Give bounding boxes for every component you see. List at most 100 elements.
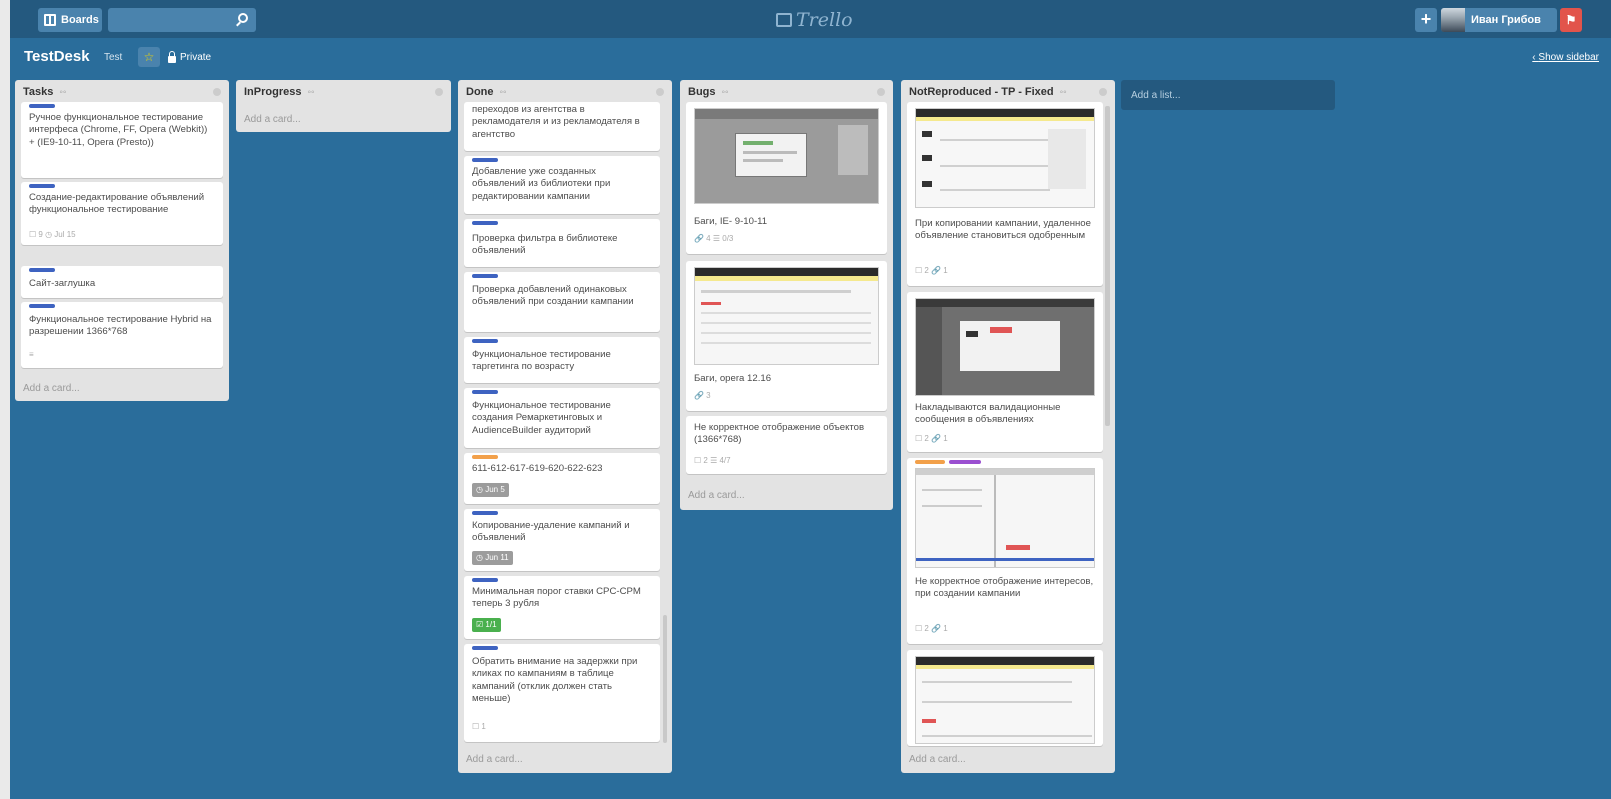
card-badges: 🔗 4 ☰ 0/3: [694, 234, 734, 243]
list-menu-icon[interactable]: [213, 88, 221, 96]
list-card[interactable]: Не корректное отображение объектов (1366…: [686, 416, 887, 474]
card-cover-image: [915, 108, 1095, 208]
card-title: Проверка добавлений одинаковых объявлени…: [472, 284, 634, 308]
list-header[interactable]: Bugs ◦◦: [688, 86, 729, 98]
list-card[interactable]: Проверка фильтра в библиотеке объявлений: [464, 219, 660, 267]
subscribe-icon: ◦◦: [1059, 86, 1067, 98]
list-menu-icon[interactable]: [435, 88, 443, 96]
card-label: [472, 646, 498, 650]
logo-text: Trello: [796, 9, 853, 31]
card-cover-image: [915, 298, 1095, 396]
list-card[interactable]: переходов из агентства в рекламодателя и…: [464, 102, 660, 151]
card-title: переходов из агентства в рекламодателя и…: [472, 104, 640, 140]
visibility-button[interactable]: Private: [168, 50, 212, 63]
card-badges: ☐ 2 ☰ 4/7: [694, 456, 731, 465]
subscribe-icon: ◦◦: [721, 86, 729, 98]
card-label: [29, 268, 55, 272]
add-list-button[interactable]: Add a list...: [1121, 80, 1335, 110]
list-card[interactable]: Функциональное тестирование Hybrid на ра…: [21, 302, 223, 368]
list-card[interactable]: Копирование-удаление кампаний и объявлен…: [464, 509, 660, 571]
boards-label: Boards: [61, 14, 99, 26]
list-card[interactable]: Проверка добавлений одинаковых объявлени…: [464, 272, 660, 332]
card-label: [29, 104, 55, 108]
card-badges: ≡: [29, 350, 34, 359]
card-title: Копирование-удаление кампаний и объявлен…: [472, 520, 630, 544]
list-card[interactable]: Баги, IE- 9-10-11 🔗 4 ☰ 0/3: [686, 102, 887, 254]
search-input[interactable]: [108, 8, 256, 32]
card-title: Не корректное отображение объектов (1366…: [694, 422, 865, 446]
list-bugs: Bugs ◦◦ Баги, IE- 9-10-11 🔗 4 ☰ 0/3 Баги,…: [680, 80, 893, 510]
scrollbar[interactable]: [663, 615, 667, 743]
list-card[interactable]: Минимальная порог ставки CPC-CPM теперь …: [464, 576, 660, 639]
list-card[interactable]: Обратить внимание на задержки при кликах…: [464, 644, 660, 742]
board-org[interactable]: Test: [104, 52, 122, 63]
notifications-button[interactable]: ⚑: [1560, 8, 1582, 32]
star-button[interactable]: ☆: [138, 47, 160, 67]
subscribe-icon: ◦◦: [59, 86, 67, 98]
scrollbar[interactable]: [1105, 106, 1110, 426]
board-header: TestDesk Test ☆ Private ‹ Show sidebar: [10, 38, 1611, 74]
add-card-link[interactable]: Add a card...: [23, 383, 80, 394]
list-header[interactable]: InProgress ◦◦: [244, 86, 315, 98]
due-date-badge: ◷ Jun 11: [472, 551, 513, 565]
header-bar: Boards Trello + Иван Грибов ⚑: [10, 0, 1611, 38]
list-card[interactable]: Накладываются валидационные сообщения в …: [907, 292, 1103, 452]
card-badges: ☐ 2 🔗 1: [915, 624, 948, 633]
add-button[interactable]: +: [1415, 8, 1437, 32]
search-icon[interactable]: [238, 13, 248, 23]
subscribe-icon: ◦◦: [307, 86, 315, 98]
user-menu[interactable]: Иван Грибов: [1441, 8, 1557, 32]
list-tasks: Tasks ◦◦ Ручное функциональное тестирован…: [15, 80, 229, 401]
add-card-link[interactable]: Add a card...: [466, 754, 523, 765]
card-title: 611-612-617-619-620-622-623: [472, 463, 603, 474]
add-card-link[interactable]: Add a card...: [909, 754, 966, 765]
list-card[interactable]: Не корректное отображение интересов, при…: [907, 458, 1103, 644]
list-card[interactable]: [907, 650, 1103, 746]
board-title[interactable]: TestDesk: [24, 48, 90, 65]
show-sidebar-label: Show sidebar: [1538, 52, 1599, 63]
card-label: [472, 274, 498, 278]
list-card[interactable]: Функциональное тестирование таргетинга п…: [464, 337, 660, 383]
card-title: Добавление уже созданных объявлений из б…: [472, 166, 611, 202]
list-card[interactable]: Баги, opera 12.16 🔗 3: [686, 261, 887, 411]
list-header[interactable]: NotReproduced - TP - Fixed ◦◦: [909, 86, 1067, 98]
list-card[interactable]: При копировании кампании, удаленное объя…: [907, 102, 1103, 286]
card-label: [29, 304, 55, 308]
list-header[interactable]: Tasks ◦◦: [23, 86, 66, 98]
card-title: Создание-редактирование объявлений функц…: [29, 192, 205, 216]
list-card[interactable]: Добавление уже созданных объявлений из б…: [464, 156, 660, 214]
card-cover-image: [694, 267, 879, 365]
card-title: Сайт-заглушка: [29, 278, 96, 289]
due-date-badge: ◷ Jun 5: [472, 483, 509, 497]
boards-button[interactable]: Boards: [38, 8, 102, 32]
show-sidebar-link[interactable]: ‹ Show sidebar: [1532, 52, 1599, 63]
list-card[interactable]: Сайт-заглушка: [21, 266, 223, 298]
list-card[interactable]: Функциональное тестирование создания Рем…: [464, 388, 660, 448]
add-card-link[interactable]: Add a card...: [244, 114, 301, 125]
list-title: Bugs: [688, 86, 716, 98]
bell-icon: ⚑: [1565, 13, 1577, 27]
window-edge: [0, 0, 10, 799]
list-card[interactable]: Ручное функциональное тестирование интер…: [21, 102, 223, 178]
card-label: [472, 578, 498, 582]
list-menu-icon[interactable]: [656, 88, 664, 96]
list-title: NotReproduced - TP - Fixed: [909, 86, 1054, 98]
list-card[interactable]: 611-612-617-619-620-622-623 ◷ Jun 5: [464, 453, 660, 504]
card-label: [472, 390, 498, 394]
list-menu-icon[interactable]: [1099, 88, 1107, 96]
card-title: Баги, opera 12.16: [694, 373, 772, 384]
card-label: [472, 455, 498, 459]
card-badges: 🔗 3: [694, 391, 711, 400]
trello-logo[interactable]: Trello: [776, 9, 853, 31]
add-card-link[interactable]: Add a card...: [688, 490, 745, 501]
list-menu-icon[interactable]: [877, 88, 885, 96]
star-icon: ☆: [143, 50, 155, 64]
card-label: [472, 339, 498, 343]
visibility-label: Private: [180, 52, 212, 63]
card-title: Не корректное отображение интересов, при…: [915, 576, 1094, 600]
list-title: Tasks: [23, 86, 54, 98]
list-header[interactable]: Done ◦◦: [466, 86, 507, 98]
card-badges: ☐ 1: [472, 722, 486, 731]
list-title: InProgress: [244, 86, 302, 98]
list-card[interactable]: Создание-редактирование объявлений функц…: [21, 182, 223, 245]
